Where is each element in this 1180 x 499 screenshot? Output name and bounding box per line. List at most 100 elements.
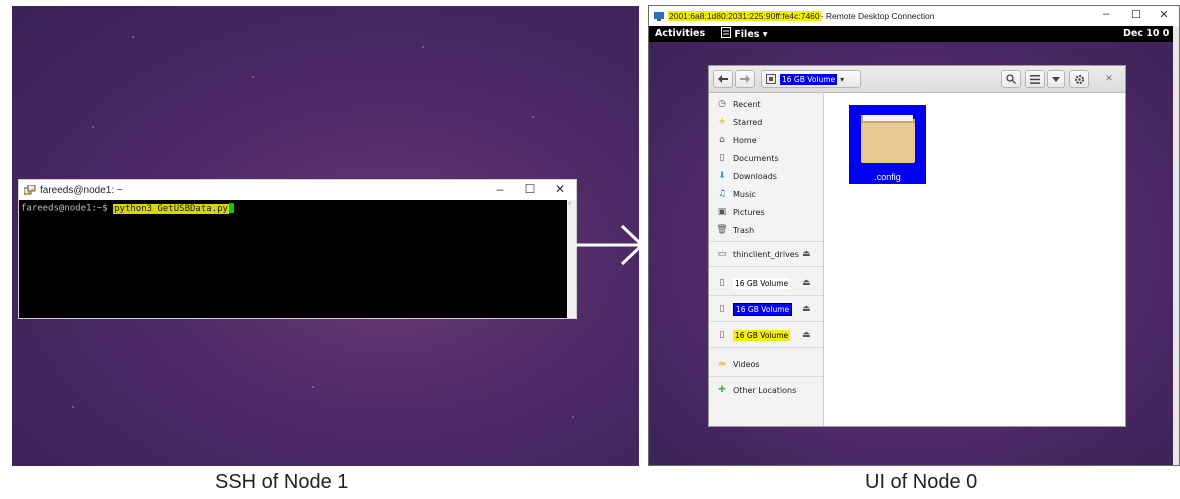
eject-icon[interactable]: ⏏ — [802, 278, 811, 288]
files-sidebar: ◷ Recent ★ Starred ⌂ Home ▯ Documents ⬇ … — [709, 93, 824, 426]
sidebar-item-other-locations[interactable]: ✚ Other Locations — [709, 382, 823, 398]
usb-drive-icon: ▯ — [719, 304, 725, 314]
folder-icon: ▬ — [717, 359, 727, 369]
list-view-icon — [1030, 74, 1040, 84]
close-button[interactable]: ✕ — [1157, 8, 1171, 21]
sidebar-separator — [709, 321, 823, 322]
clock[interactable]: Dec 10 0 — [1123, 28, 1169, 39]
star-dot — [532, 116, 534, 118]
forward-arrow-icon — [740, 75, 750, 83]
star-dot — [72, 406, 74, 408]
files-headerbar: 16 GB Volume ▾ ✕ — [709, 66, 1125, 93]
usb-drive-icon: ▯ — [719, 278, 725, 288]
rdp-titlebar[interactable]: 2001:6a8:1d80:2031:225:90ff:fe4c:7460 - … — [649, 6, 1179, 26]
sidebar-item-trash[interactable]: 🗑 Trash — [709, 222, 823, 238]
star-dot — [92, 126, 94, 128]
drive-icon: ▭ — [717, 249, 727, 259]
sidebar-item-volume-2[interactable]: ▯ 16 GB Volume ⏏ — [709, 301, 823, 317]
path-dropdown-icon[interactable]: ▾ — [840, 75, 844, 84]
path-bar[interactable]: 16 GB Volume ▾ — [761, 70, 861, 88]
maximize-button[interactable]: ☐ — [523, 182, 537, 196]
star-dot — [572, 416, 574, 418]
window-close-icon[interactable]: ✕ — [1101, 71, 1117, 87]
terminal-output[interactable]: fareeds@node1:~$ python3 GetUSBData.py — [19, 200, 567, 318]
terminal-cursor — [228, 203, 234, 213]
sidebar-label: 16 GB Volume — [733, 277, 791, 289]
view-list-button[interactable] — [1025, 70, 1045, 88]
sidebar-separator — [709, 376, 823, 377]
folder-item-config[interactable]: .config — [849, 105, 926, 184]
files-app-label: Files ▾ — [734, 29, 768, 40]
sidebar-separator — [709, 347, 823, 348]
rdp-address: 2001:6a8:1d80:2031:225:90ff:fe4c:7460 — [668, 11, 821, 21]
star-dot — [132, 36, 134, 38]
sidebar-item-volume-1[interactable]: ▯ 16 GB Volume ⏏ — [709, 275, 823, 291]
sidebar-label: 16 GB Volume — [733, 329, 791, 341]
sidebar-item-starred[interactable]: ★ Starred — [709, 114, 823, 130]
sidebar-item-volume-3[interactable]: ▯ 16 GB Volume ⏏ — [709, 327, 823, 343]
search-button[interactable] — [1001, 70, 1021, 88]
download-icon: ⬇ — [718, 171, 726, 181]
sidebar-label: Downloads — [733, 171, 777, 181]
putty-icon — [24, 184, 36, 195]
chevron-down-icon — [1052, 76, 1060, 82]
sidebar-item-recent[interactable]: ◷ Recent — [709, 96, 823, 112]
ssh-window-title: fareeds@node1: ~ — [40, 184, 123, 196]
sidebar-separator — [709, 266, 823, 267]
minimize-button[interactable]: – — [493, 182, 507, 196]
right-arrow-icon — [576, 224, 645, 266]
folder-label: .config — [874, 172, 901, 182]
path-current-location[interactable]: 16 GB Volume — [780, 73, 838, 85]
sidebar-item-thinclient-drives[interactable]: ▭ thinclient_drives ⏏ — [709, 246, 823, 262]
home-icon: ⌂ — [719, 135, 725, 145]
view-options-button[interactable] — [1047, 70, 1065, 88]
forward-button[interactable] — [735, 70, 755, 88]
drive-icon — [766, 74, 776, 84]
sidebar-label: Pictures — [733, 207, 765, 217]
trash-icon: 🗑 — [716, 225, 728, 235]
maximize-button[interactable]: ☐ — [1129, 8, 1143, 21]
sidebar-item-pictures[interactable]: ▣ Pictures — [709, 204, 823, 220]
sidebar-item-documents[interactable]: ▯ Documents — [709, 150, 823, 166]
eject-icon[interactable]: ⏏ — [802, 249, 811, 259]
ssh-titlebar[interactable]: fareeds@node1: ~ – ☐ ✕ — [19, 180, 576, 200]
sidebar-item-music[interactable]: ♫ Music — [709, 186, 823, 202]
sidebar-label: 16 GB Volume — [733, 302, 793, 316]
back-button[interactable] — [713, 70, 733, 88]
search-icon — [1006, 74, 1016, 84]
files-app-menu[interactable]: Files ▾ — [721, 27, 768, 40]
sidebar-label: thinclient_drives — [733, 249, 799, 259]
rdp-scrollbar[interactable] — [1173, 26, 1179, 465]
sidebar-item-videos[interactable]: ▬ Videos — [709, 356, 823, 372]
menu-button[interactable] — [1069, 70, 1089, 88]
activities-button[interactable]: Activities — [655, 28, 705, 39]
scroll-up-arrow[interactable]: ^ — [568, 202, 571, 209]
caption-ssh: SSH of Node 1 — [215, 471, 349, 493]
sidebar-separator — [709, 295, 823, 296]
document-icon: ▯ — [719, 153, 725, 163]
rdp-title-suffix: - Remote Desktop Connection — [820, 11, 935, 21]
remote-desktop-icon — [654, 11, 664, 21]
sidebar-item-home[interactable]: ⌂ Home — [709, 132, 823, 148]
eject-icon[interactable]: ⏏ — [802, 330, 811, 340]
caption-ui: UI of Node 0 — [865, 471, 978, 493]
eject-icon[interactable]: ⏏ — [802, 304, 811, 314]
plus-icon: ✚ — [718, 385, 726, 395]
ssh-terminal-window[interactable]: fareeds@node1: ~ – ☐ ✕ fareeds@node1:~$ … — [19, 180, 576, 318]
gnome-top-bar: Activities Files ▾ Dec 10 0 — [649, 26, 1179, 42]
terminal-scrollbar[interactable]: ^ — [567, 200, 576, 318]
sidebar-item-downloads[interactable]: ⬇ Downloads — [709, 168, 823, 184]
picture-icon: ▣ — [717, 207, 727, 217]
star-dot — [422, 46, 424, 48]
sidebar-label: Music — [733, 189, 756, 199]
sidebar-label: Videos — [733, 359, 760, 369]
sidebar-label: Trash — [733, 225, 755, 235]
close-button[interactable]: ✕ — [553, 182, 567, 196]
usb-drive-icon: ▯ — [719, 330, 725, 340]
gear-icon — [1074, 74, 1084, 84]
star-dot — [252, 76, 254, 78]
music-icon: ♫ — [717, 189, 727, 199]
minimize-button[interactable]: – — [1099, 8, 1113, 20]
back-arrow-icon — [718, 75, 728, 83]
sidebar-separator — [709, 241, 823, 242]
